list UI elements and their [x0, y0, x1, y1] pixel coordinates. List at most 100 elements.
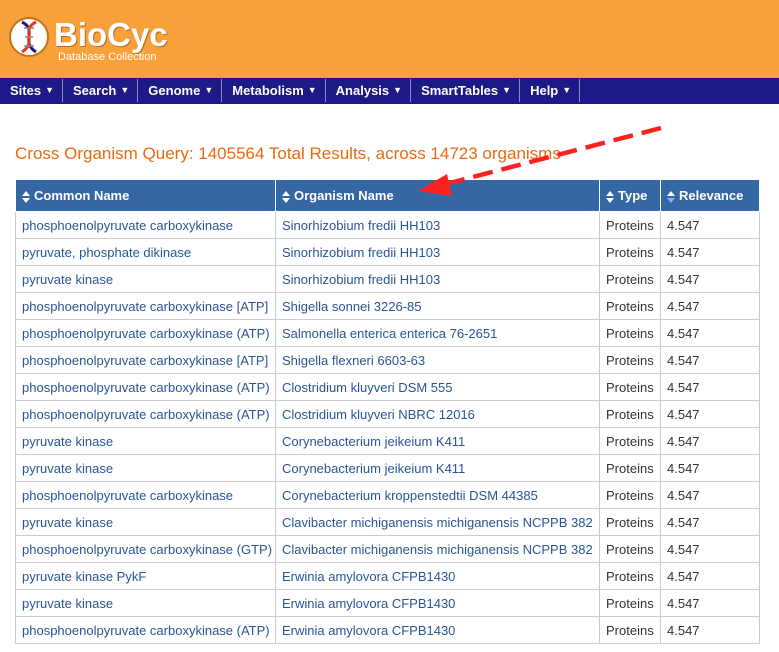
main-navbar: Sites ▼ Search ▼ Genome ▼ Metabolism ▼ Analy…: [0, 78, 779, 104]
organism-name-link[interactable]: Sinorhizobium fredii HH103: [275, 211, 600, 239]
nav-smarttables[interactable]: SmartTables ▼: [411, 79, 521, 102]
nav-help[interactable]: Help ▼: [520, 79, 581, 102]
biocyc-logo[interactable]: BioCyc Database Collection: [8, 14, 208, 66]
organism-name-link[interactable]: Erwinia amylovora CFPB1430: [275, 616, 600, 644]
common-name-link[interactable]: phosphoenolpyruvate carboxykinase [ATP]: [15, 346, 276, 374]
common-name-link[interactable]: pyruvate kinase PykF: [15, 562, 276, 590]
relevance-cell: 4.547: [660, 616, 760, 644]
organism-name-link[interactable]: Sinorhizobium fredii HH103: [275, 265, 600, 293]
nav-sites[interactable]: Sites ▼: [0, 79, 63, 102]
relevance-cell: 4.547: [660, 400, 760, 428]
type-cell: Proteins: [599, 292, 661, 320]
type-cell: Proteins: [599, 481, 661, 509]
table-row: pyruvate kinase PykF Erwinia amylovora CF…: [15, 562, 760, 590]
type-cell: Proteins: [599, 427, 661, 455]
results-body: phosphoenolpyruvate carboxykinase Sinorhi…: [15, 211, 760, 644]
type-cell: Proteins: [599, 562, 661, 590]
organism-name-link[interactable]: Clavibacter michiganensis michiganensis …: [275, 535, 600, 563]
nav-label: Metabolism: [232, 83, 304, 98]
table-row: phosphoenolpyruvate carboxykinase (ATP) C…: [15, 400, 760, 428]
common-name-link[interactable]: pyruvate kinase: [15, 454, 276, 482]
table-row: pyruvate kinase Corynebacterium jeikeium …: [15, 454, 760, 482]
common-name-link[interactable]: pyruvate kinase: [15, 265, 276, 293]
relevance-cell: 4.547: [660, 535, 760, 563]
common-name-link[interactable]: phosphoenolpyruvate carboxykinase: [15, 211, 276, 239]
organism-name-link[interactable]: Clostridium kluyveri NBRC 12016: [275, 400, 600, 428]
type-cell: Proteins: [599, 454, 661, 482]
relevance-cell: 4.547: [660, 481, 760, 509]
nav-label: Search: [73, 83, 117, 98]
common-name-link[interactable]: pyruvate kinase: [15, 589, 276, 617]
type-cell: Proteins: [599, 238, 661, 266]
organism-name-link[interactable]: Corynebacterium jeikeium K411: [275, 454, 600, 482]
site-header: BioCyc Database Collection: [0, 0, 779, 78]
organism-name-link[interactable]: Sinorhizobium fredii HH103: [275, 238, 600, 266]
type-cell: Proteins: [599, 616, 661, 644]
table-row: pyruvate kinase Clavibacter michiganensis…: [15, 508, 760, 536]
common-name-link[interactable]: pyruvate kinase: [15, 508, 276, 536]
results-table: Common Name Organism Name Type Relevance…: [15, 179, 760, 644]
common-name-link[interactable]: phosphoenolpyruvate carboxykinase (ATP): [15, 400, 276, 428]
organism-name-link[interactable]: Erwinia amylovora CFPB1430: [275, 562, 600, 590]
logo-subtitle: Database Collection: [58, 51, 157, 63]
relevance-cell: 4.547: [660, 427, 760, 455]
table-row: pyruvate, phosphate dikinase Sinorhizobiu…: [15, 238, 760, 266]
column-header-relevance[interactable]: Relevance: [660, 179, 760, 212]
table-row: phosphoenolpyruvate carboxykinase (ATP) C…: [15, 373, 760, 401]
organism-name-link[interactable]: Shigella sonnei 3226-85: [275, 292, 600, 320]
nav-label: Genome: [148, 83, 201, 98]
organism-name-link[interactable]: Shigella flexneri 6603-63: [275, 346, 600, 374]
column-label: Common Name: [34, 188, 130, 203]
nav-analysis[interactable]: Analysis ▼: [326, 79, 412, 102]
column-header-organism-name[interactable]: Organism Name: [275, 179, 600, 212]
dropdown-arrow-icon: ▼: [120, 85, 130, 95]
table-row: phosphoenolpyruvate carboxykinase (GTP) C…: [15, 535, 760, 563]
common-name-link[interactable]: phosphoenolpyruvate carboxykinase (ATP): [15, 373, 276, 401]
common-name-link[interactable]: phosphoenolpyruvate carboxykinase: [15, 481, 276, 509]
organism-name-link[interactable]: Corynebacterium kroppenstedtii DSM 44385: [275, 481, 600, 509]
dropdown-arrow-icon: ▼: [562, 85, 572, 95]
organism-name-link[interactable]: Corynebacterium jeikeium K411: [275, 427, 600, 455]
type-cell: Proteins: [599, 319, 661, 347]
relevance-cell: 4.547: [660, 562, 760, 590]
type-cell: Proteins: [599, 265, 661, 293]
nav-label: Help: [530, 83, 559, 98]
common-name-link[interactable]: phosphoenolpyruvate carboxykinase (ATP): [15, 616, 276, 644]
common-name-link[interactable]: phosphoenolpyruvate carboxykinase (GTP): [15, 535, 276, 563]
organism-name-link[interactable]: Salmonella enterica enterica 76-2651: [275, 319, 600, 347]
table-row: pyruvate kinase Erwinia amylovora CFPB143…: [15, 589, 760, 617]
dropdown-arrow-icon: ▼: [502, 85, 512, 95]
table-row: phosphoenolpyruvate carboxykinase [ATP] S…: [15, 346, 760, 374]
table-row: phosphoenolpyruvate carboxykinase Sinorhi…: [15, 211, 760, 239]
nav-search[interactable]: Search ▼: [63, 79, 139, 102]
dropdown-arrow-icon: ▼: [45, 85, 54, 95]
common-name-link[interactable]: pyruvate, phosphate dikinase: [15, 238, 276, 266]
column-header-common-name[interactable]: Common Name: [15, 179, 276, 212]
common-name-link[interactable]: phosphoenolpyruvate carboxykinase [ATP]: [15, 292, 276, 320]
organism-name-link[interactable]: Clostridium kluyveri DSM 555: [275, 373, 600, 401]
common-name-link[interactable]: pyruvate kinase: [15, 427, 276, 455]
type-cell: Proteins: [599, 373, 661, 401]
column-label: Organism Name: [294, 188, 394, 203]
nav-genome[interactable]: Genome ▼: [138, 79, 223, 102]
type-cell: Proteins: [599, 508, 661, 536]
common-name-link[interactable]: phosphoenolpyruvate carboxykinase (ATP): [15, 319, 276, 347]
organism-name-link[interactable]: Clavibacter michiganensis michiganensis …: [275, 508, 600, 536]
relevance-cell: 4.547: [660, 508, 760, 536]
sort-desc-icon: [667, 190, 675, 203]
relevance-cell: 4.547: [660, 346, 760, 374]
dna-logo-icon: [9, 17, 49, 57]
table-row: phosphoenolpyruvate carboxykinase [ATP] S…: [15, 292, 760, 320]
relevance-cell: 4.547: [660, 238, 760, 266]
nav-label: Sites: [10, 83, 42, 98]
relevance-cell: 4.547: [660, 589, 760, 617]
relevance-cell: 4.547: [660, 211, 760, 239]
type-cell: Proteins: [599, 346, 661, 374]
sort-icon: [282, 190, 290, 203]
column-header-type[interactable]: Type: [599, 179, 661, 212]
sort-icon: [22, 190, 30, 203]
nav-metabolism[interactable]: Metabolism ▼: [222, 79, 326, 102]
relevance-cell: 4.547: [660, 373, 760, 401]
column-label: Type: [618, 188, 648, 203]
organism-name-link[interactable]: Erwinia amylovora CFPB1430: [275, 589, 600, 617]
